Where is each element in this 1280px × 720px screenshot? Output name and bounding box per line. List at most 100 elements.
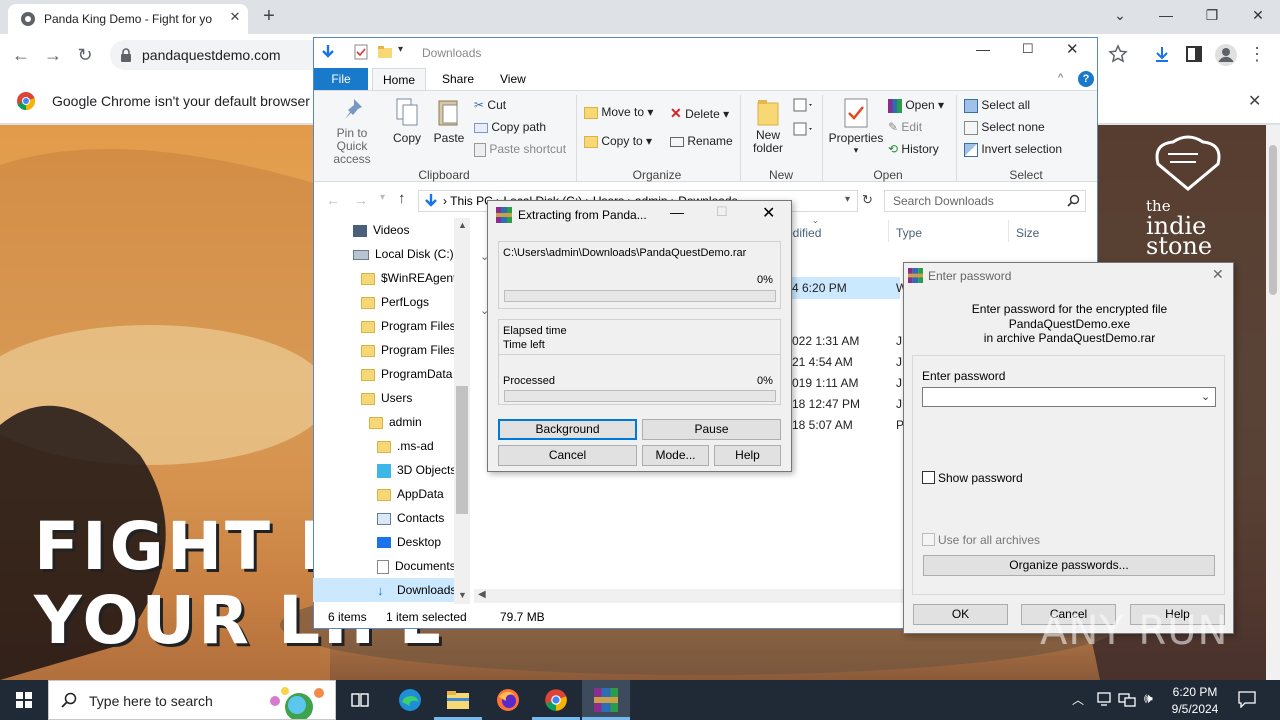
nav-scroll-down-icon[interactable]: ▼ (458, 590, 467, 600)
tree-item-users[interactable]: Users (313, 386, 454, 410)
select-none-button[interactable]: Select none (964, 120, 1045, 135)
explorer-back-icon[interactable]: ← (326, 192, 340, 208)
tree-item-program-files[interactable]: Program Files (313, 314, 454, 338)
file-list-hscrollbar[interactable]: ◀ (474, 589, 904, 603)
close-window-icon[interactable]: ✕ (1236, 4, 1280, 28)
tree-item-local-disk-c[interactable]: Local Disk (C:) (313, 242, 454, 266)
tree-item-program-files[interactable]: Program Files (313, 338, 454, 362)
network-icon[interactable] (1118, 691, 1136, 707)
new-tab-button[interactable]: + (256, 4, 282, 30)
forward-icon[interactable]: → (40, 42, 66, 68)
select-all-button[interactable]: Select all (964, 98, 1030, 113)
tab-view[interactable]: View (490, 68, 536, 90)
collapse-ribbon-icon[interactable]: ^ (1058, 72, 1063, 84)
nav-pane-scroll-thumb[interactable] (456, 386, 468, 514)
tab-search-icon[interactable]: ⌄ (1098, 4, 1142, 28)
background-button[interactable]: Background (498, 419, 637, 440)
extract-minimize-icon[interactable]: — (670, 204, 684, 220)
explorer-forward-icon[interactable]: → (354, 192, 368, 208)
tree-item-winreagent[interactable]: $WinREAgent (313, 266, 454, 290)
back-icon[interactable]: ← (8, 42, 34, 68)
up-level-icon[interactable]: ↑ (398, 190, 406, 207)
download-icon[interactable] (1152, 44, 1172, 64)
password-input[interactable]: ⌄ (922, 387, 1216, 407)
delete-button[interactable]: ✕ Delete ▾ (670, 105, 729, 122)
file-explorer-taskbar-button[interactable] (434, 680, 482, 720)
nav-scroll-up-icon[interactable]: ▲ (458, 220, 467, 230)
bookmark-star-icon[interactable] (1108, 44, 1128, 64)
tree-item-perflogs[interactable]: PerfLogs (313, 290, 454, 314)
side-panel-icon[interactable] (1184, 44, 1204, 64)
tree-item-programdata[interactable]: ProgramData (313, 362, 454, 386)
tree-item-contacts[interactable]: Contacts (313, 506, 454, 530)
new-folder-button[interactable]: New folder (748, 97, 788, 155)
history-button[interactable]: ⟲ History (888, 142, 939, 156)
volume-icon[interactable]: 🕪 (1144, 690, 1153, 707)
tree-item-appdata[interactable]: AppData (313, 482, 454, 506)
clock-date[interactable]: 9/5/2024 (1160, 702, 1230, 716)
new-folder-qat-icon[interactable] (378, 45, 392, 59)
rename-button[interactable]: Rename (670, 134, 733, 148)
explorer-minimize-icon[interactable]: — (976, 41, 990, 57)
tree-item-videos[interactable]: Videos (313, 218, 454, 242)
notifications-icon[interactable] (1238, 691, 1256, 708)
copy-button[interactable]: Copy (390, 97, 424, 145)
reload-icon[interactable]: ↻ (72, 42, 98, 68)
winrar-taskbar-button[interactable] (582, 680, 630, 720)
task-view-button[interactable] (336, 680, 384, 720)
edit-button[interactable]: ✎ Edit (888, 120, 922, 134)
extract-close-icon[interactable]: ✕ (762, 203, 775, 223)
paste-button[interactable]: Paste (432, 97, 466, 145)
paste-shortcut-button[interactable]: Paste shortcut (474, 142, 566, 157)
firefox-taskbar-button[interactable] (484, 680, 532, 720)
minimize-icon[interactable]: — (1144, 4, 1188, 28)
open-button[interactable]: Open ▾ (888, 98, 944, 113)
network-device-icon[interactable] (1096, 691, 1112, 707)
column-header-type[interactable]: Type (896, 226, 922, 240)
tree-item-3d-objects[interactable]: 3D Objects (313, 458, 454, 482)
pin-quick-access-button[interactable]: Pin to Quick access (320, 97, 384, 166)
cut-button[interactable]: ✂ Cut (474, 98, 506, 112)
address-dropdown-icon[interactable]: ▾ (845, 194, 850, 205)
explorer-search-box[interactable]: Search Downloads (884, 190, 1086, 212)
chrome-menu-icon[interactable]: ⋮ (1248, 44, 1266, 65)
organize-passwords-button[interactable]: Organize passwords... (923, 555, 1215, 576)
browser-tab[interactable]: Panda King Demo - Fight for yo ✕ (8, 4, 248, 34)
tab-home[interactable]: Home (372, 68, 427, 90)
password-history-dropdown-icon[interactable]: ⌄ (1201, 390, 1210, 403)
tab-file[interactable]: File (314, 68, 368, 90)
mode-button[interactable]: Mode... (642, 445, 709, 466)
recent-locations-icon[interactable]: ▾ (380, 192, 385, 203)
new-item-icon[interactable] (792, 97, 814, 115)
restore-icon[interactable]: ❐ (1190, 4, 1234, 28)
refresh-icon[interactable]: ↻ (862, 192, 873, 208)
edge-taskbar-button[interactable] (386, 680, 434, 720)
taskbar-search-box[interactable]: Type here to search (48, 680, 336, 720)
tree-item-documents[interactable]: Documents (313, 554, 454, 578)
profile-avatar-icon[interactable] (1214, 43, 1238, 67)
tree-item-admin[interactable]: admin (313, 410, 454, 434)
tree-item-downloads[interactable]: ↓ Downloads (313, 578, 454, 602)
easy-access-icon[interactable] (792, 121, 814, 139)
customize-qat-icon[interactable]: ▾ (398, 44, 403, 55)
invert-selection-button[interactable]: Invert selection (964, 142, 1062, 157)
show-hidden-icons-icon[interactable]: ︿ (1072, 691, 1084, 708)
cancel-extract-button[interactable]: Cancel (498, 445, 637, 466)
pause-button[interactable]: Pause (642, 419, 781, 440)
column-header-size[interactable]: Size (1016, 226, 1039, 240)
show-password-checkbox[interactable] (922, 471, 935, 484)
quick-access-down-arrow-icon[interactable] (320, 44, 336, 60)
hscroll-left-icon[interactable]: ◀ (478, 589, 486, 600)
clock-time[interactable]: 6:20 PM (1160, 685, 1230, 699)
explorer-close-icon[interactable]: ✕ (1066, 40, 1079, 58)
chrome-taskbar-button[interactable] (532, 680, 580, 720)
copy-to-button[interactable]: Copy to ▾ (584, 134, 652, 148)
start-button[interactable] (0, 680, 48, 720)
move-to-button[interactable]: Move to ▾ (584, 105, 653, 119)
infobar-close-icon[interactable]: ✕ (1248, 91, 1261, 111)
tree-item-ms-ad[interactable]: .ms-ad (313, 434, 454, 458)
tree-item-desktop[interactable]: Desktop (313, 530, 454, 554)
tab-close-icon[interactable]: ✕ (226, 8, 244, 26)
copy-path-button[interactable]: Copy path (474, 120, 546, 134)
password-close-icon[interactable]: ✕ (1212, 266, 1224, 283)
